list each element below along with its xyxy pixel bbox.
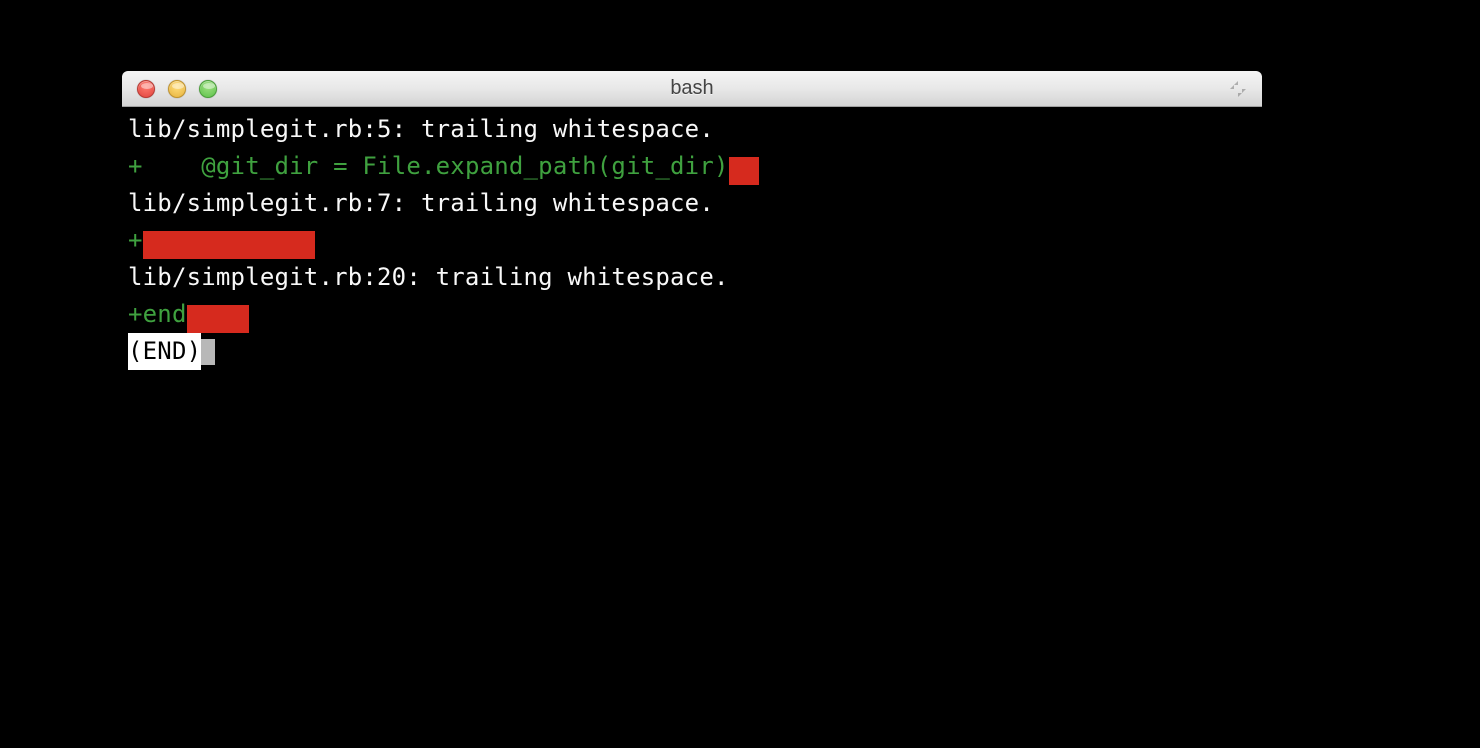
- terminal-line: lib/simplegit.rb:7: trailing whitespace.: [128, 185, 1256, 222]
- terminal-output[interactable]: lib/simplegit.rb:5: trailing whitespace.…: [122, 107, 1262, 711]
- terminal-line: lib/simplegit.rb:5: trailing whitespace.: [128, 111, 1256, 148]
- terminal-line: +: [128, 222, 1256, 259]
- diff-plus: +: [128, 226, 143, 254]
- terminal-window: bash lib/simplegit.rb:5: trailing whites…: [122, 71, 1262, 711]
- fullscreen-icon[interactable]: [1228, 79, 1248, 99]
- trailing-whitespace-highlight: [143, 231, 315, 259]
- pager-end-line: (END): [128, 333, 1256, 370]
- diff-added-text: end: [143, 300, 187, 328]
- trailing-whitespace-highlight: [187, 305, 249, 333]
- terminal-line: lib/simplegit.rb:20: trailing whitespace…: [128, 259, 1256, 296]
- window-titlebar[interactable]: bash: [122, 71, 1262, 107]
- close-button[interactable]: [137, 80, 155, 98]
- diff-message: lib/simplegit.rb:5: trailing whitespace.: [128, 115, 714, 143]
- diff-plus: +: [128, 152, 143, 180]
- zoom-button[interactable]: [199, 80, 217, 98]
- diff-message: lib/simplegit.rb:7: trailing whitespace.: [128, 189, 714, 217]
- diff-plus: +: [128, 300, 143, 328]
- minimize-button[interactable]: [168, 80, 186, 98]
- diff-added-text: @git_dir = File.expand_path(git_dir): [143, 152, 729, 180]
- cursor: [201, 339, 215, 365]
- terminal-line: + @git_dir = File.expand_path(git_dir): [128, 148, 1256, 185]
- diff-message: lib/simplegit.rb:20: trailing whitespace…: [128, 263, 729, 291]
- window-title: bash: [122, 77, 1262, 100]
- traffic-lights: [122, 80, 217, 98]
- pager-end-marker: (END): [128, 333, 201, 370]
- terminal-line: +end: [128, 296, 1256, 333]
- trailing-whitespace-highlight: [729, 157, 759, 185]
